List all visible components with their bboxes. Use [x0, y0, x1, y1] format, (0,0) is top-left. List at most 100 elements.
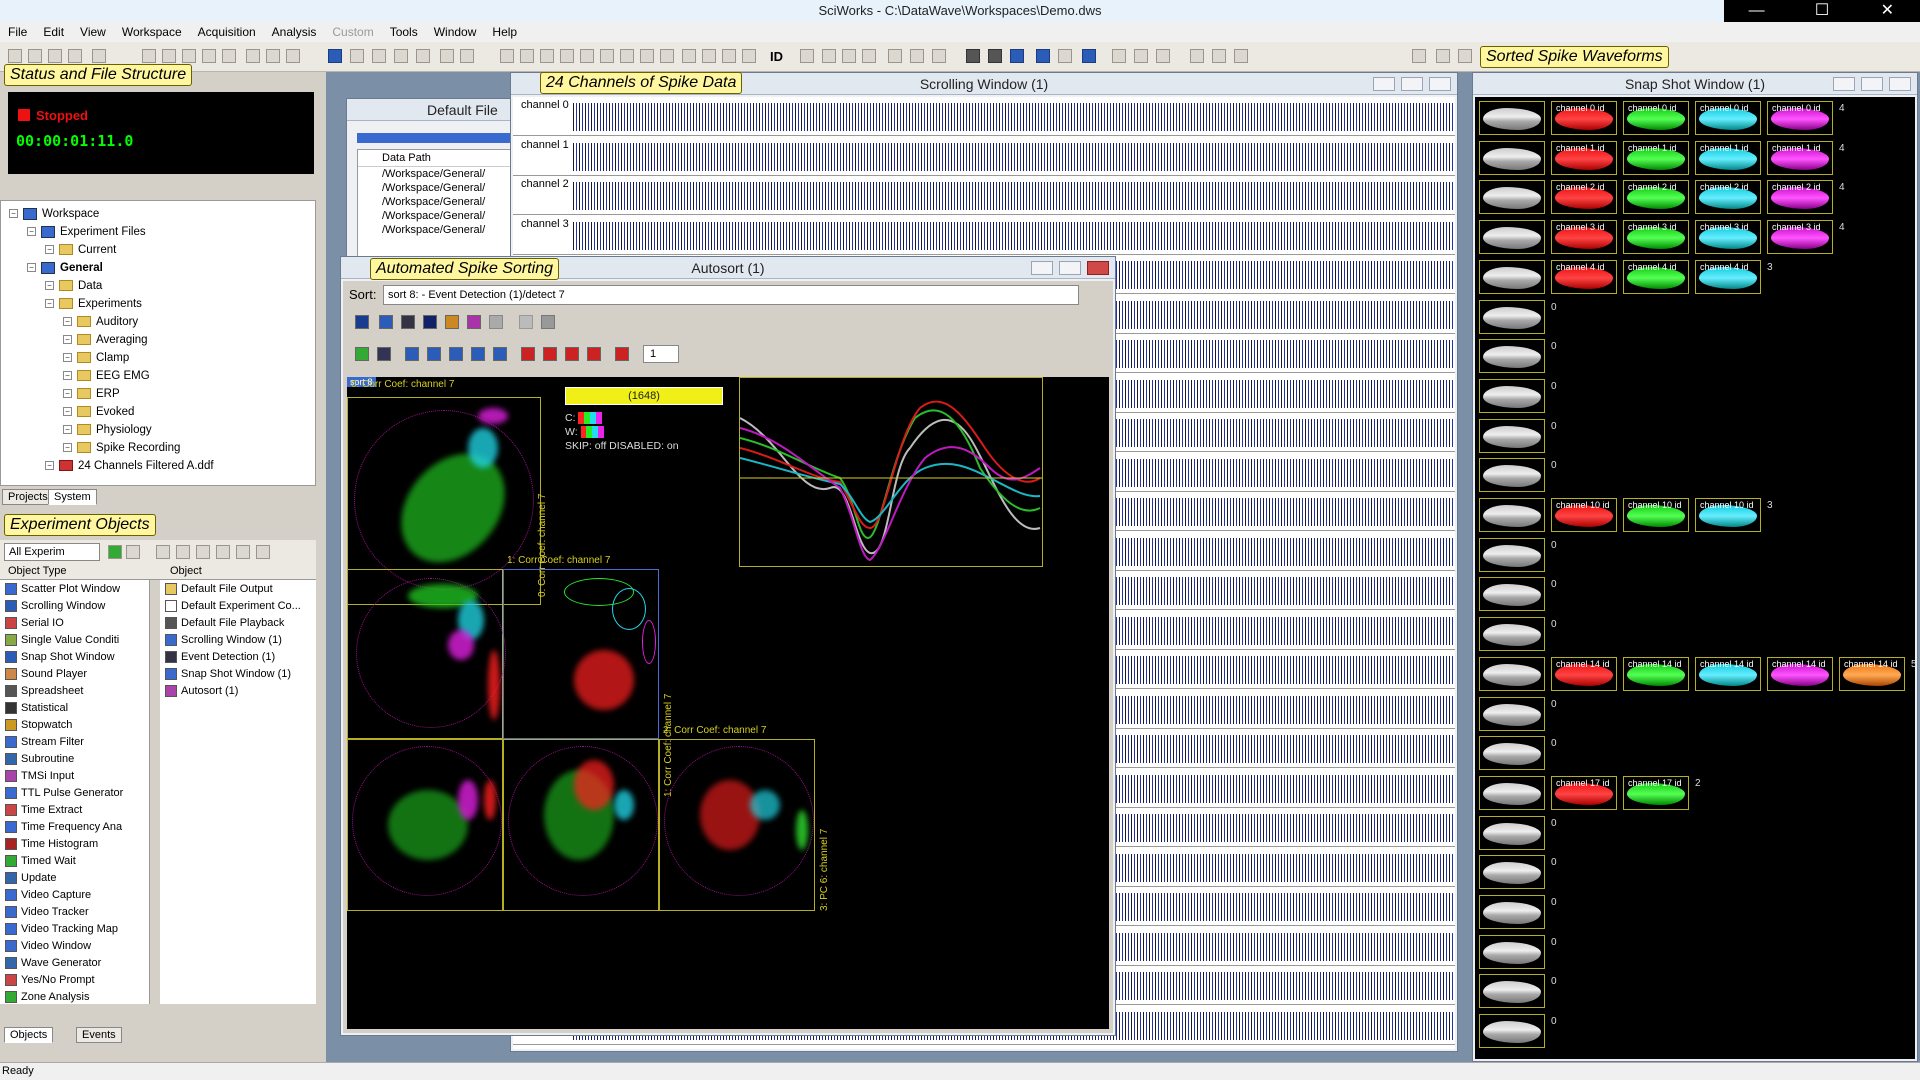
object-item[interactable]: Autosort (1) [160, 682, 316, 699]
sorted-unit-cell[interactable]: channel 2 id [1767, 180, 1833, 215]
columns-icon[interactable] [460, 49, 474, 63]
tool-icon-22[interactable] [1112, 49, 1126, 63]
spike-icon-5[interactable] [615, 347, 629, 361]
object-type-item[interactable]: Scatter Plot Window [0, 580, 149, 597]
object-type-item[interactable]: Stream Filter [0, 733, 149, 750]
object-item[interactable]: Default Experiment Co... [160, 597, 316, 614]
tool-icon-14[interactable] [800, 49, 814, 63]
snapshot-all-spikes[interactable] [1479, 1014, 1545, 1049]
binoculars-icon[interactable] [222, 49, 236, 63]
object-type-item[interactable]: Video Capture [0, 886, 149, 903]
tab-projects[interactable]: Projects [2, 489, 54, 505]
tool-icon-13[interactable] [742, 49, 756, 63]
channel-lane[interactable]: channel 2 [513, 176, 1455, 215]
redo-icon[interactable] [202, 49, 216, 63]
spike-icon-1[interactable] [521, 347, 535, 361]
snapshot-all-spikes[interactable] [1479, 339, 1545, 374]
open-folder-icon[interactable] [28, 49, 42, 63]
menu-edit[interactable]: Edit [35, 25, 72, 39]
sort-az-icon[interactable] [236, 545, 250, 559]
undo-icon[interactable] [182, 49, 196, 63]
tool-icon-29[interactable] [1436, 49, 1450, 63]
plot-icon-1[interactable] [405, 347, 419, 361]
object-type-item[interactable]: Stopwatch [0, 716, 149, 733]
tool-icon-20[interactable] [932, 49, 946, 63]
edit-icon[interactable] [176, 545, 190, 559]
spike-icon-3[interactable] [565, 347, 579, 361]
snapshot-all-spikes[interactable] [1479, 378, 1545, 413]
paste-icon[interactable] [162, 49, 176, 63]
expand-icon[interactable]: − [63, 407, 72, 416]
expand-icon[interactable]: − [27, 227, 36, 236]
snapshot-all-spikes[interactable] [1479, 775, 1545, 810]
object-item[interactable]: Scrolling Window (1) [160, 631, 316, 648]
tool-icon-28[interactable] [1412, 49, 1426, 63]
tool-icon-26[interactable] [1212, 49, 1226, 63]
tool-icon-30[interactable] [1458, 49, 1472, 63]
header-object[interactable]: Object [170, 565, 202, 577]
scatter-pane-2-0[interactable] [347, 739, 503, 911]
tool-icon-8[interactable] [640, 49, 654, 63]
open-icon[interactable] [519, 315, 533, 329]
menu-tools[interactable]: Tools [382, 25, 426, 39]
spin-input[interactable]: 1 [643, 345, 679, 363]
tool-icon-3[interactable] [540, 49, 554, 63]
menu-analysis[interactable]: Analysis [264, 25, 325, 39]
menu-file[interactable]: File [0, 25, 35, 39]
sorted-unit-cell[interactable]: channel 14 id [1551, 656, 1617, 691]
cut-icon[interactable] [142, 49, 156, 63]
sorted-unit-cell[interactable]: channel 14 id [1623, 656, 1689, 691]
tool-icon-6[interactable] [600, 49, 614, 63]
step-icon[interactable] [1036, 49, 1050, 63]
channel-lane[interactable]: channel 0 [513, 97, 1455, 136]
close-icon[interactable] [1087, 261, 1109, 275]
object-filter-select[interactable]: All Experim [4, 543, 100, 561]
tool-icon[interactable] [377, 347, 391, 361]
expand-icon[interactable]: − [45, 299, 54, 308]
window-icon[interactable] [416, 49, 430, 63]
snapshot-all-spikes[interactable] [1479, 895, 1545, 929]
close-icon[interactable] [1889, 77, 1911, 91]
tree-item[interactable]: − Spike Recording [63, 439, 180, 456]
tool-icon-15[interactable] [822, 49, 836, 63]
id-button[interactable]: ID [770, 49, 783, 64]
menu-help[interactable]: Help [484, 25, 525, 39]
sorted-unit-cell[interactable]: channel 4 id [1695, 259, 1761, 294]
help-icon[interactable] [156, 545, 170, 559]
help-icon[interactable] [266, 49, 280, 63]
snapshot-all-spikes[interactable] [1479, 974, 1545, 1009]
object-item[interactable]: Event Detection (1) [160, 648, 316, 665]
object-type-item[interactable]: Scrolling Window [0, 597, 149, 614]
sorted-unit-cell[interactable]: channel 3 id [1551, 220, 1617, 255]
tree-item[interactable]: − Physiology [63, 421, 152, 438]
expand-icon[interactable]: − [45, 245, 54, 254]
tree-item[interactable]: − General [27, 259, 103, 276]
sorted-unit-cell[interactable]: channel 2 id [1551, 180, 1617, 215]
object-type-item[interactable]: Subroutine [0, 750, 149, 767]
tool-icon-12[interactable] [722, 49, 736, 63]
copy-object-icon[interactable] [196, 545, 210, 559]
expand-icon[interactable]: − [63, 353, 72, 362]
pca-icon[interactable] [423, 315, 437, 329]
tool-icon-7[interactable] [620, 49, 634, 63]
edit-icon-1[interactable] [350, 49, 364, 63]
maximize-icon[interactable] [1401, 77, 1423, 91]
expand-icon[interactable]: − [9, 209, 18, 218]
object-type-item[interactable]: Spreadsheet [0, 682, 149, 699]
tab-system[interactable]: System [48, 489, 97, 505]
sorted-unit-cell[interactable]: channel 3 id [1767, 220, 1833, 255]
object-type-item[interactable]: Snap Shot Window [0, 648, 149, 665]
minimize-icon[interactable] [1833, 77, 1855, 91]
snapshot-all-spikes[interactable] [1479, 577, 1545, 612]
expand-icon[interactable]: − [45, 281, 54, 290]
scatter-pane-1-0[interactable] [347, 569, 506, 739]
sort-za-icon[interactable] [256, 545, 270, 559]
cyan-selection-ellipse[interactable] [612, 588, 646, 630]
snapshot-all-spikes[interactable] [1479, 855, 1545, 890]
snapshot-all-spikes[interactable] [1479, 736, 1545, 771]
tool-icon-9[interactable] [660, 49, 674, 63]
snapshot-all-spikes[interactable] [1479, 617, 1545, 652]
print-icon[interactable] [246, 49, 260, 63]
tree-item[interactable]: − Auditory [63, 313, 138, 330]
expand-icon[interactable]: − [63, 335, 72, 344]
